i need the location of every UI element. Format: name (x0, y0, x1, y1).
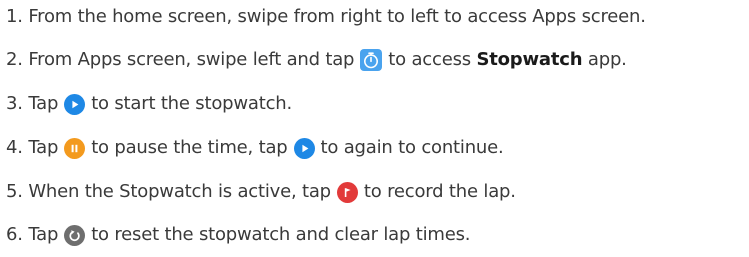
step-6-number: 6. (6, 224, 23, 245)
step-5-number: 5. (6, 181, 23, 202)
step-2-text-after: to access (388, 49, 471, 70)
step-2-text-end: app. (587, 49, 627, 70)
step-6-text-before: Tap (28, 224, 59, 245)
step-3-text-after: to start the stopwatch. (91, 93, 292, 114)
step-3-number: 3. (6, 93, 23, 114)
step-4-text-middle: to pause the time, tap (91, 137, 288, 158)
step-2-text-before: From Apps screen, swipe left and tap (28, 49, 355, 70)
step-5: 5. When the Stopwatch is active, tap to … (6, 179, 516, 205)
step-2: 2. From Apps screen, swipe left and tap … (6, 47, 627, 73)
step-1: 1. From the home screen, swipe from righ… (6, 4, 646, 30)
flag-icon (336, 181, 358, 203)
step-1-number: 1. (6, 6, 23, 27)
stopwatch-app-name: Stopwatch (476, 49, 583, 70)
step-3-text-before: Tap (28, 93, 59, 114)
pause-icon (64, 137, 86, 159)
step-6-text-after: to reset the stopwatch and clear lap tim… (91, 224, 471, 245)
step-4-number: 4. (6, 137, 23, 158)
step-6: 6. Tap to reset the stopwatch and clear … (6, 222, 471, 248)
step-1-text: From the home screen, swipe from right t… (28, 6, 646, 27)
step-4: 4. Tap to pause the time, tap to again t… (6, 135, 504, 161)
step-4-text-after: to again to continue. (320, 137, 504, 158)
step-3: 3. Tap to start the stopwatch. (6, 91, 292, 117)
step-2-number: 2. (6, 49, 23, 70)
reset-icon (64, 224, 86, 246)
step-4-text-before: Tap (28, 137, 59, 158)
step-5-text-before: When the Stopwatch is active, tap (28, 181, 331, 202)
step-5-text-after: to record the lap. (363, 181, 516, 202)
play-icon (293, 137, 315, 159)
play-icon (64, 93, 86, 115)
stopwatch-app-icon (360, 49, 383, 71)
